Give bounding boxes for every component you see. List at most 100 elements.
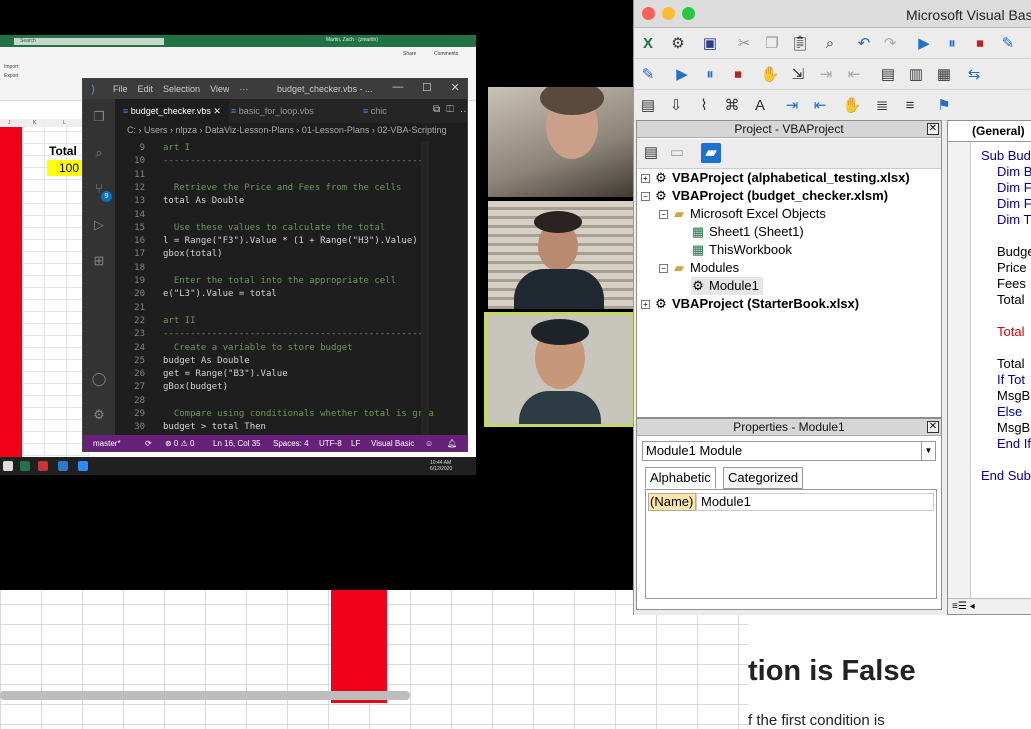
tab-chic[interactable]: ≡ chic bbox=[355, 99, 399, 123]
project-node-budget-checker[interactable]: − ⚙ VBAProject (budget_checker.xlsm) bbox=[641, 187, 888, 205]
locals-window-icon[interactable]: ▤ bbox=[878, 65, 898, 85]
property-name-value[interactable]: Module1 bbox=[696, 493, 934, 511]
project-node-alphabetical-testing[interactable]: + ⚙ VBAProject (alphabetical_testing.xlsx) bbox=[641, 169, 910, 187]
menu-view[interactable]: View bbox=[210, 84, 229, 94]
extensions-icon[interactable]: ⊞ bbox=[91, 253, 107, 269]
parameter-info-icon[interactable]: ⌘ bbox=[722, 96, 742, 116]
folder-excel-objects[interactable]: − ▰ Microsoft Excel Objects bbox=[659, 205, 826, 223]
settings-gear-icon[interactable]: ⚙ bbox=[91, 407, 107, 423]
tab-close-icon[interactable]: ✕ bbox=[213, 106, 221, 116]
redo-icon[interactable]: ↷ bbox=[880, 34, 900, 54]
account-icon[interactable]: ◯ bbox=[91, 371, 107, 387]
horizontal-scrollbar[interactable] bbox=[0, 691, 410, 700]
search-icon[interactable]: ⌕ bbox=[91, 145, 107, 161]
tab-categorized[interactable]: Categorized bbox=[723, 467, 804, 489]
list-properties-icon[interactable]: ▤ bbox=[638, 96, 658, 116]
step-out-icon[interactable]: ⇤ bbox=[844, 65, 864, 85]
language-mode[interactable]: Visual Basic bbox=[371, 439, 414, 448]
view-object-icon[interactable]: ▭ bbox=[667, 143, 687, 163]
notifications-bell-icon[interactable]: 🔔︎ bbox=[447, 439, 457, 448]
chrome-icon[interactable] bbox=[3, 461, 13, 471]
close-icon[interactable]: ✕ bbox=[450, 81, 459, 94]
chevron-down-icon[interactable]: ▼ bbox=[921, 442, 935, 460]
expand-icon[interactable]: + bbox=[641, 174, 650, 183]
compare-icon[interactable]: ⧉ bbox=[433, 104, 446, 115]
run-debug-icon[interactable]: ▷ bbox=[91, 217, 107, 233]
problems-indicator[interactable]: ⊗ 0 ⚠ 0 bbox=[165, 439, 194, 448]
reset-icon[interactable]: ⏹ bbox=[728, 65, 748, 85]
editor-scrollbar[interactable] bbox=[421, 141, 429, 435]
outdent-icon[interactable]: ⇤ bbox=[810, 96, 830, 116]
tab-budget-checker[interactable]: ≡ budget_checker.vbs ✕ bbox=[115, 99, 229, 123]
complete-word-icon[interactable]: A bbox=[750, 96, 770, 116]
toggle-breakpoint-icon[interactable]: ✋ bbox=[760, 65, 780, 85]
cut-icon[interactable]: ✂ bbox=[734, 34, 754, 54]
excel-search-box[interactable]: Search bbox=[14, 38, 164, 45]
comments-button[interactable]: Comments bbox=[434, 51, 458, 57]
excel-icon[interactable] bbox=[20, 461, 30, 471]
total-label-cell[interactable]: Total bbox=[49, 144, 77, 158]
reset-icon[interactable]: ⏹ bbox=[970, 34, 990, 54]
zoom-icon[interactable] bbox=[78, 461, 88, 471]
toggle-folders-icon[interactable]: ▰ bbox=[701, 143, 721, 163]
line-ending[interactable]: LF bbox=[351, 439, 360, 448]
explorer-icon[interactable]: ❐ bbox=[91, 109, 107, 125]
menu-selection[interactable]: Selection bbox=[163, 84, 200, 94]
undo-icon[interactable]: ↶ bbox=[854, 34, 874, 54]
close-icon[interactable]: ✕ bbox=[927, 123, 939, 135]
watch-window-icon[interactable]: ▦ bbox=[934, 65, 954, 85]
view-code-icon[interactable]: ▤ bbox=[641, 143, 661, 163]
toggle-breakpoint-icon[interactable]: ✋ bbox=[842, 96, 862, 116]
step-over-icon[interactable]: ⇥ bbox=[816, 65, 836, 85]
immediate-window-icon[interactable]: ▥ bbox=[906, 65, 926, 85]
find-icon[interactable]: ⌕ bbox=[820, 34, 840, 54]
tree-item-sheet1[interactable]: ▦ Sheet1 (Sheet1) bbox=[691, 223, 804, 241]
minimize-icon[interactable]: — bbox=[392, 81, 403, 94]
save-icon[interactable]: ▣ bbox=[700, 34, 720, 54]
menu-edit[interactable]: Edit bbox=[138, 84, 154, 94]
import-button[interactable]: Import bbox=[4, 63, 18, 72]
close-window-icon[interactable] bbox=[642, 7, 655, 20]
close-icon[interactable]: ✕ bbox=[927, 421, 939, 433]
uncomment-block-icon[interactable]: ≡ bbox=[900, 96, 920, 116]
design-mode-icon[interactable]: ✎ bbox=[998, 34, 1018, 54]
indentation[interactable]: Spaces: 4 bbox=[273, 439, 309, 448]
feedback-icon[interactable]: ☺ bbox=[425, 439, 433, 448]
comment-block-icon[interactable]: ≣ bbox=[872, 96, 892, 116]
vscode-taskbar-icon[interactable] bbox=[58, 461, 68, 471]
zoom-window-icon[interactable] bbox=[682, 7, 695, 20]
share-button[interactable]: Share bbox=[403, 51, 416, 57]
design-mode-icon[interactable]: ✎ bbox=[638, 65, 658, 85]
maximize-icon[interactable]: ☐ bbox=[422, 81, 432, 94]
call-stack-icon[interactable]: ⇆ bbox=[964, 65, 984, 85]
quick-info-icon[interactable]: ⌇ bbox=[694, 96, 714, 116]
toggle-bookmark-icon[interactable]: ⚑ bbox=[934, 96, 954, 116]
copy-icon[interactable]: ❐ bbox=[762, 34, 782, 54]
break-icon[interactable]: ⏸ bbox=[942, 34, 962, 54]
project-node-starterbook[interactable]: + ⚙ VBAProject (StarterBook.xlsx) bbox=[641, 295, 859, 313]
folder-modules[interactable]: − ▰ Modules bbox=[659, 259, 739, 277]
tree-item-module1[interactable]: ⚙ Module1 bbox=[691, 277, 763, 295]
encoding[interactable]: UTF-8 bbox=[319, 439, 342, 448]
export-button[interactable]: Export bbox=[4, 72, 18, 81]
step-into-icon[interactable]: ⇲ bbox=[788, 65, 808, 85]
run-icon[interactable]: ▶ bbox=[914, 34, 934, 54]
more-actions-icon[interactable]: … bbox=[460, 104, 467, 115]
collapse-icon[interactable]: − bbox=[659, 264, 668, 273]
code-margin-indicator[interactable] bbox=[948, 142, 971, 598]
run-icon[interactable]: ▶ bbox=[672, 65, 692, 85]
tab-alphabetic[interactable]: Alphabetic bbox=[645, 467, 716, 489]
vba-code-area[interactable]: Sub Bud Dim B Dim F Dim F Dim T Budge Price Fee… bbox=[971, 142, 1031, 598]
sync-icon[interactable]: ⟳ bbox=[145, 439, 152, 448]
menu-more[interactable]: ··· bbox=[239, 84, 248, 94]
property-name-key[interactable]: (Name) bbox=[648, 493, 696, 511]
acrobat-icon[interactable] bbox=[38, 461, 48, 471]
branch-indicator[interactable]: master* bbox=[93, 439, 121, 448]
expand-icon[interactable]: + bbox=[641, 300, 650, 309]
tree-item-thisworkbook[interactable]: ▦ ThisWorkbook bbox=[691, 241, 792, 259]
list-constants-icon[interactable]: ⇩ bbox=[666, 96, 686, 116]
view-excel-icon[interactable]: X bbox=[638, 34, 658, 54]
object-selector[interactable]: Module1 Module ▼ bbox=[642, 441, 936, 461]
breadcrumb[interactable]: C: › Users › nlpza › DataViz-Lesson-Plan… bbox=[127, 125, 446, 135]
collapse-icon[interactable]: − bbox=[641, 192, 650, 201]
